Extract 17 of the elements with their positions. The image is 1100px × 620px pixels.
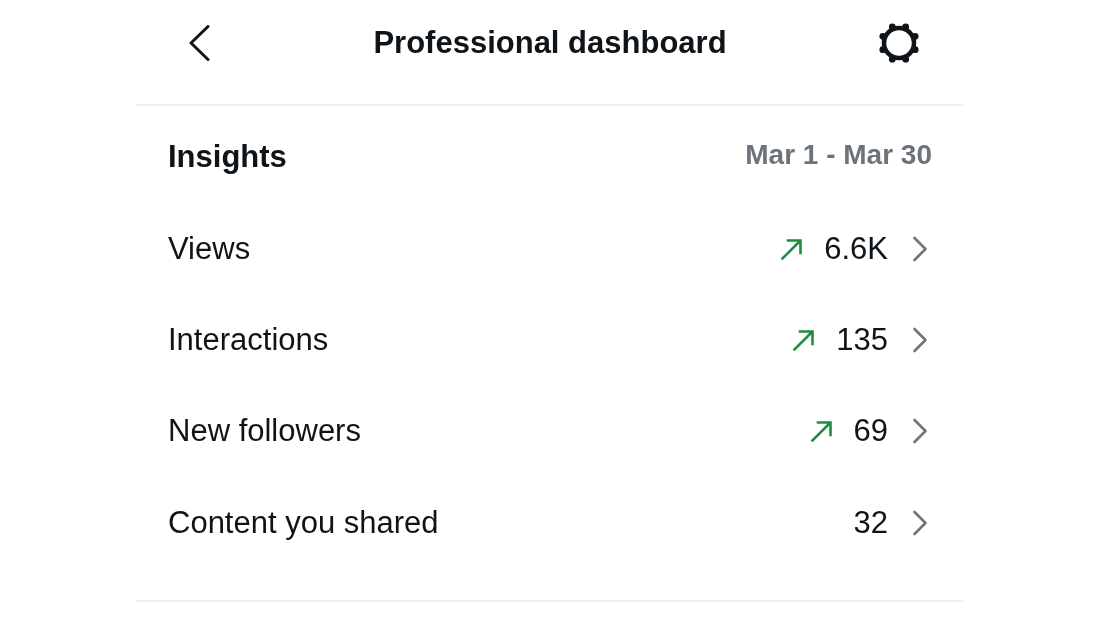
metric-value: 135 <box>836 321 888 358</box>
metric-label: Views <box>168 230 251 267</box>
metric-value: 32 <box>853 504 888 541</box>
metric-label: Interactions <box>168 321 329 358</box>
metric-label: Content you shared <box>168 504 439 541</box>
chevron-right-icon[interactable] <box>912 418 928 445</box>
chevron-right-icon[interactable] <box>912 509 928 536</box>
page-title: Professional dashboard <box>373 25 727 61</box>
metric-value: 6.6K <box>824 230 888 267</box>
chevron-right-icon[interactable] <box>912 235 928 262</box>
back-icon[interactable] <box>188 25 210 61</box>
chevron-right-icon[interactable] <box>912 326 928 353</box>
settings-icon[interactable] <box>878 22 920 64</box>
metric-value: 69 <box>853 413 888 450</box>
section-title: Insights <box>168 139 287 175</box>
date-range: Mar 1 - Mar 30 <box>745 139 932 171</box>
metric-label: New followers <box>168 413 361 450</box>
